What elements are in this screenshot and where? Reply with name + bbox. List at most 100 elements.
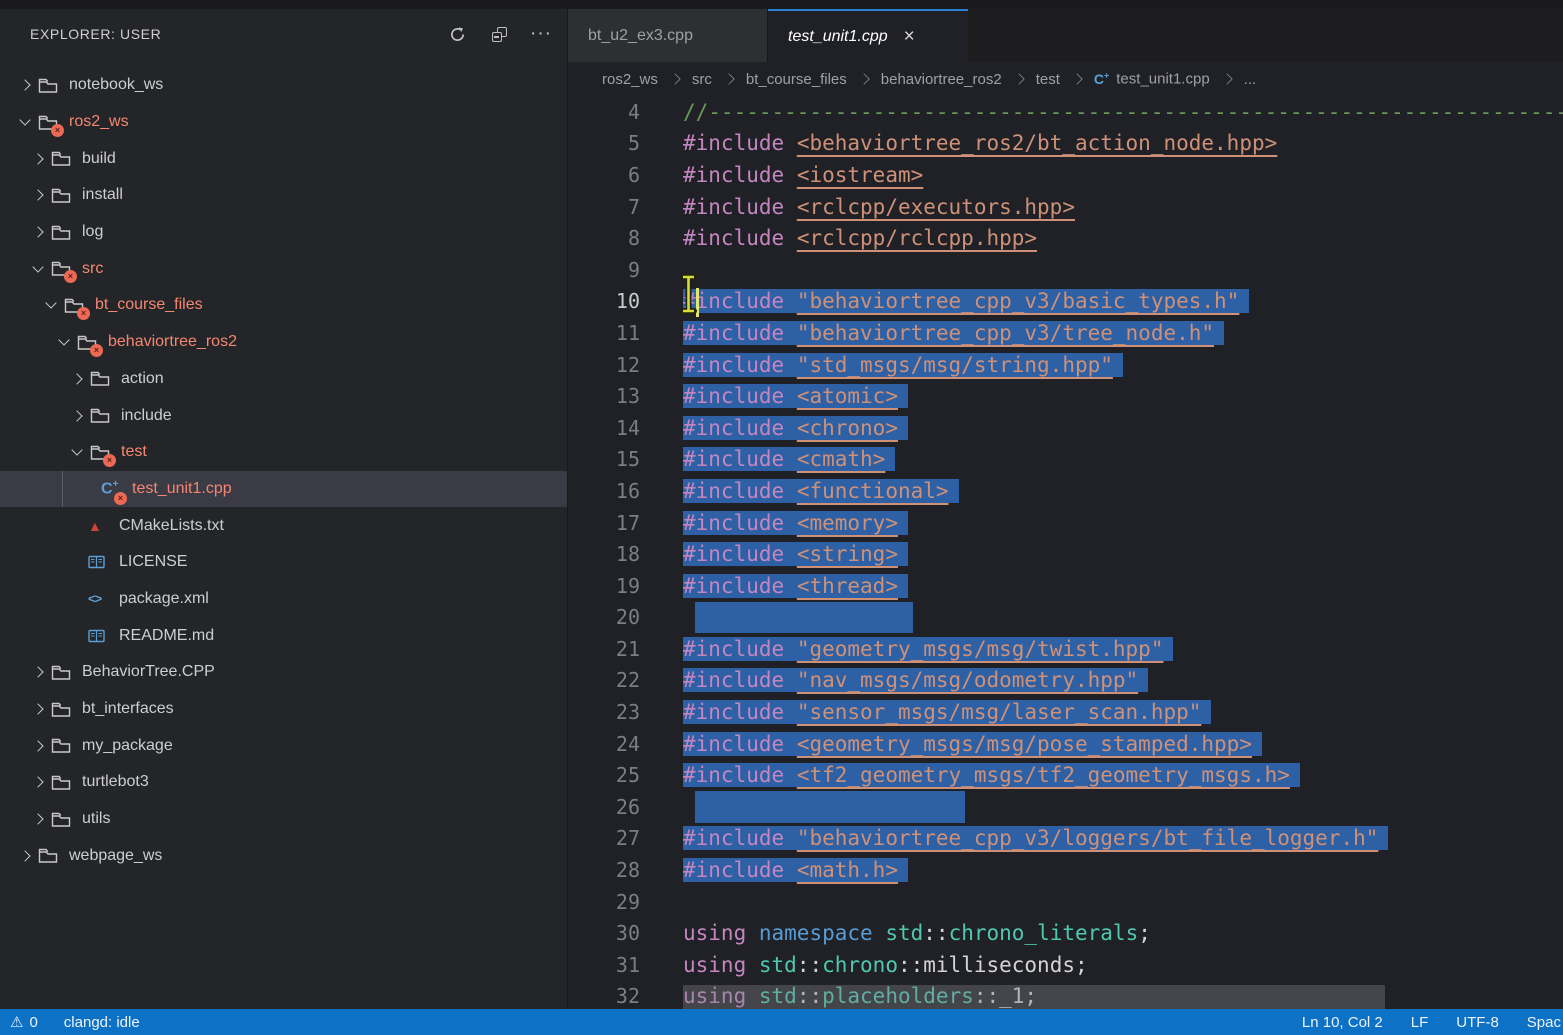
selected-text: #include <thread>	[683, 574, 908, 598]
tree-item-src[interactable]: ×src	[0, 250, 567, 287]
tree-item-build[interactable]: build	[0, 140, 567, 177]
tree-item-behaviortree_ros2[interactable]: ×behaviortree_ros2	[0, 324, 567, 361]
tree-item-log[interactable]: log	[0, 214, 567, 251]
tree-item-turtlebot3[interactable]: turtlebot3	[0, 764, 567, 801]
line-number: 8	[568, 226, 640, 250]
tree-item-webpage_ws[interactable]: webpage_ws	[0, 837, 567, 874]
line-content: #include <cmath>	[683, 447, 895, 471]
breadcrumb-item-behaviortree_ros2[interactable]: behaviortree_ros2	[881, 71, 1002, 88]
status-problems[interactable]: ⚠0	[10, 1013, 38, 1031]
collapse-folders-icon[interactable]	[489, 24, 509, 44]
line-number: 11	[568, 321, 640, 345]
selected-text: #include <cmath>	[683, 447, 895, 471]
code-line-6[interactable]: 6#include <iostream>	[568, 159, 1563, 191]
tree-item-bt_interfaces[interactable]: bt_interfaces	[0, 691, 567, 728]
line-content: #include "nav_msgs/msg/odometry.hpp"	[683, 668, 1148, 692]
status-encoding-indicator[interactable]: UTF-8	[1456, 1014, 1499, 1031]
code-line-24[interactable]: 24#include <geometry_msgs/msg/pose_stamp…	[568, 728, 1563, 760]
code-line-15[interactable]: 15#include <cmath>	[568, 444, 1563, 476]
tree-item-LICENSE[interactable]: LICENSE	[0, 544, 567, 581]
code-line-11[interactable]: 11 #include "behaviortree_cpp_v3/tree_nod…	[568, 317, 1563, 349]
tree-item-my_package[interactable]: my_package	[0, 727, 567, 764]
code-line-14[interactable]: 14#include <chrono>	[568, 412, 1563, 444]
code-editor[interactable]: 4//-------------------------------------…	[568, 96, 1563, 1009]
code-line-31[interactable]: 31using std::chrono::milliseconds;	[568, 949, 1563, 981]
code-line-30[interactable]: 30using namespace std::chrono_literals;	[568, 917, 1563, 949]
tree-item-action[interactable]: action	[0, 361, 567, 398]
tree-item-bt_course_files[interactable]: ×bt_course_files	[0, 287, 567, 324]
code-line-23[interactable]: 23#include "sensor_msgs/msg/laser_scan.h…	[568, 696, 1563, 728]
tree-item-BehaviorTree.CPP[interactable]: BehaviorTree.CPP	[0, 654, 567, 691]
folder-icon	[90, 370, 110, 387]
status-indentation-indicator[interactable]: Spac	[1527, 1014, 1561, 1031]
code-line-18[interactable]: 18#include <string>	[568, 538, 1563, 570]
line-content: #include "geometry_msgs/msg/twist.hpp"	[683, 637, 1173, 661]
code-line-5[interactable]: 5#include <behaviortree_ros2/bt_action_n…	[568, 128, 1563, 160]
code-line-26[interactable]: 26	[568, 791, 1563, 823]
line-content: #include "std_msgs/msg/string.hpp"	[683, 353, 1123, 377]
tree-item-install[interactable]: install	[0, 177, 567, 214]
code-line-21[interactable]: 21#include "geometry_msgs/msg/twist.hpp"	[568, 633, 1563, 665]
tree-item-utils[interactable]: utils	[0, 801, 567, 838]
selected-text: #include "behaviortree_cpp_v3/tree_node.…	[683, 321, 1224, 345]
horizontal-scrollbar[interactable]	[683, 985, 1385, 1009]
code-line-13[interactable]: 13#include <atomic>	[568, 380, 1563, 412]
breadcrumb-item-test[interactable]: test	[1036, 71, 1060, 88]
selected-text: #include <functional>	[683, 479, 959, 503]
line-content: #include <rclcpp/rclcpp.hpp>	[683, 226, 1037, 250]
breadcrumb-item-ros2_ws[interactable]: ros2_ws	[602, 71, 658, 88]
line-number: 10	[568, 289, 640, 313]
folder-icon	[51, 664, 71, 681]
chevron-right-icon	[25, 742, 51, 750]
code-line-28[interactable]: 28#include <math.h>	[568, 854, 1563, 886]
line-content: #include <behaviortree_ros2/bt_action_no…	[683, 131, 1277, 155]
tree-item-include[interactable]: include	[0, 397, 567, 434]
code-line-8[interactable]: 8 #include <rclcpp/rclcpp.hpp>	[568, 222, 1563, 254]
tree-item-ros2_ws[interactable]: ×ros2_ws	[0, 104, 567, 141]
code-line-9[interactable]: 9	[568, 254, 1563, 286]
code-line-25[interactable]: 25#include <tf2_geometry_msgs/tf2_geomet…	[568, 759, 1563, 791]
code-line-12[interactable]: 12#include "std_msgs/msg/string.hpp"	[568, 349, 1563, 381]
tree-item-package.xml[interactable]: <>package.xml	[0, 581, 567, 618]
tree-item-README.md[interactable]: README.md	[0, 617, 567, 654]
code-line-4[interactable]: 4//-------------------------------------…	[568, 96, 1563, 128]
tree-item-label: utils	[82, 810, 110, 828]
code-line-7[interactable]: 7#include <rclcpp/executors.hpp>	[568, 191, 1563, 223]
breadcrumb-item-src[interactable]: src	[692, 71, 712, 88]
tree-item-notebook_ws[interactable]: notebook_ws	[0, 67, 567, 104]
tree-item-CMakeLists.txt[interactable]: ▲CMakeLists.txt	[0, 507, 567, 544]
status-clangd-status[interactable]: clangd: idle	[64, 1014, 140, 1031]
status-cursor-position[interactable]: Ln 10, Col 2	[1302, 1014, 1383, 1031]
refresh-icon[interactable]	[447, 24, 467, 44]
code-line-20[interactable]: 20	[568, 602, 1563, 634]
chevron-down-icon	[38, 303, 64, 307]
breadcrumb-item-test_unit1.cpp[interactable]: C+test_unit1.cpp	[1094, 70, 1210, 88]
selected-text: #include <geometry_msgs/msg/pose_stamped…	[683, 732, 1262, 756]
tab-bar: bt_u2_ex3.cpptest_unit1.cpp×	[568, 9, 1563, 62]
code-line-22[interactable]: 22#include "nav_msgs/msg/odometry.hpp"	[568, 665, 1563, 697]
explorer-header-actions: ···	[447, 24, 551, 44]
mouse-cursor-ibeam	[679, 274, 698, 319]
tree-item-test[interactable]: ×test	[0, 434, 567, 471]
tab-test_unit1.cpp[interactable]: test_unit1.cpp×	[768, 9, 968, 62]
code-line-17[interactable]: 17#include <memory>	[568, 507, 1563, 539]
code-line-16[interactable]: 16#include <functional>	[568, 475, 1563, 507]
tab-bt_u2_ex3.cpp[interactable]: bt_u2_ex3.cpp	[568, 9, 768, 62]
close-icon[interactable]: ×	[904, 26, 915, 48]
tree-item-test_unit1.cpp[interactable]: C+×test_unit1.cpp	[0, 471, 567, 508]
code-line-19[interactable]: 19#include <thread>	[568, 570, 1563, 602]
error-badge: ×	[114, 492, 127, 505]
line-content: #include <string>	[683, 542, 908, 566]
line-number: 14	[568, 416, 640, 440]
selected-text: #include "geometry_msgs/msg/twist.hpp"	[683, 637, 1173, 661]
line-content: #include <tf2_geometry_msgs/tf2_geometry…	[683, 763, 1300, 787]
status-eol-indicator[interactable]: LF	[1411, 1014, 1429, 1031]
breadcrumb-item-...[interactable]: ...	[1244, 71, 1257, 88]
code-line-29[interactable]: 29	[568, 886, 1563, 918]
more-actions-icon[interactable]: ···	[531, 24, 551, 44]
line-content: #include <functional>	[683, 479, 959, 503]
code-line-10[interactable]: 10#include "behaviortree_cpp_v3/basic_ty…	[568, 286, 1563, 318]
breadcrumb-item-bt_course_files[interactable]: bt_course_files	[746, 71, 847, 88]
folder-icon	[51, 774, 71, 791]
code-line-27[interactable]: 27#include "behaviortree_cpp_v3/loggers/…	[568, 823, 1563, 855]
